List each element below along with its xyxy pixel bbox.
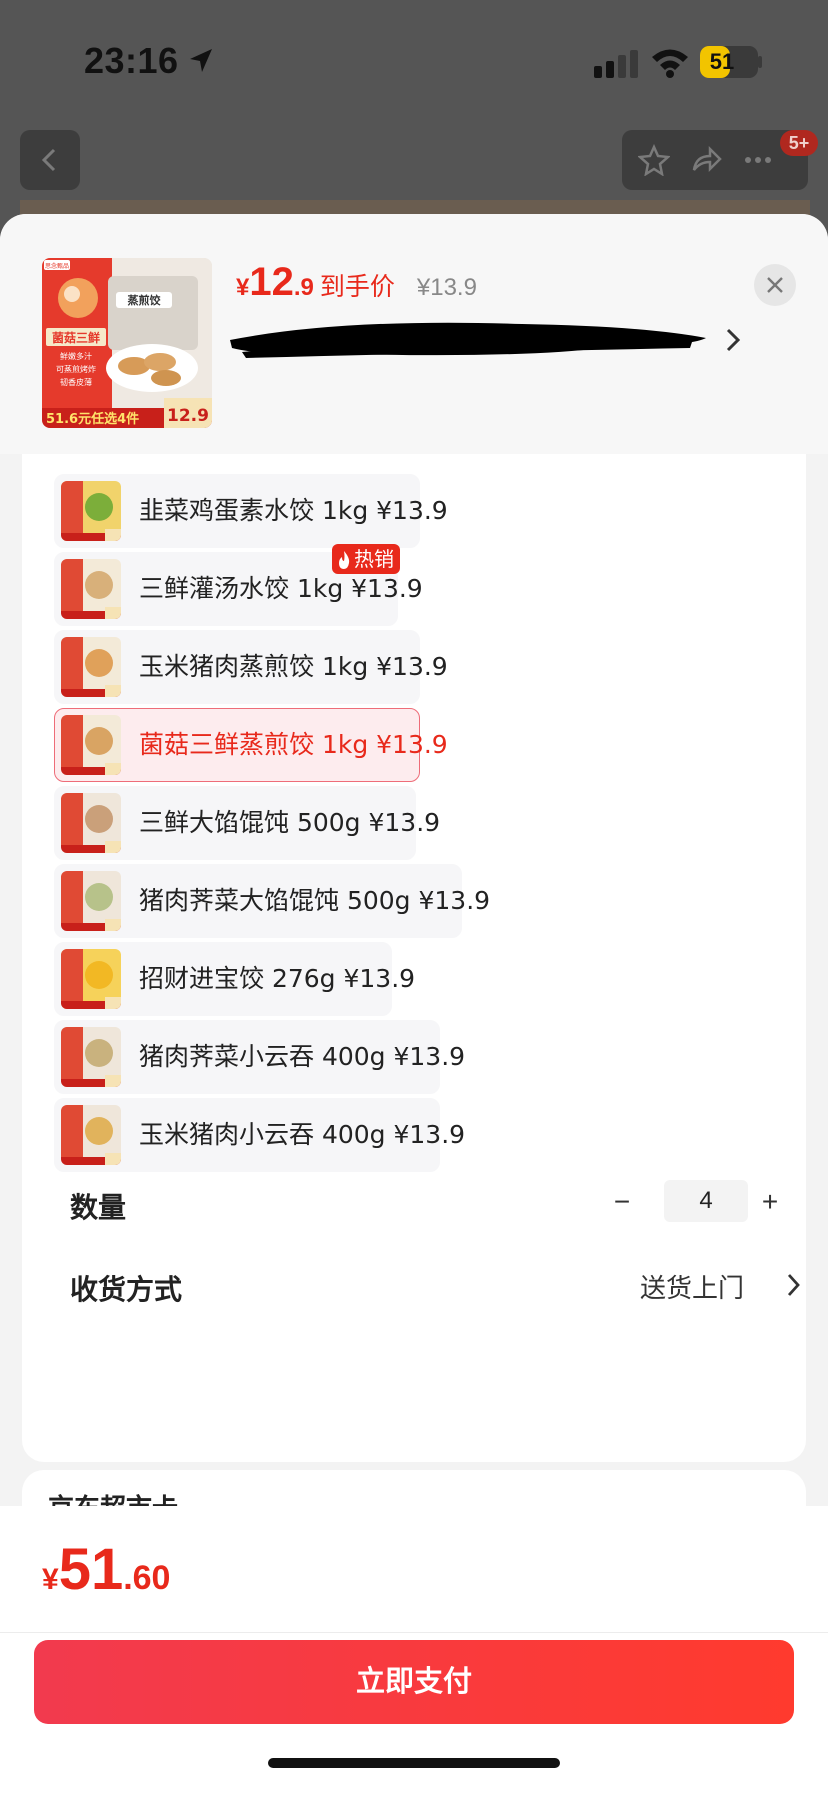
close-button[interactable] bbox=[754, 264, 796, 306]
original-price: ¥13.9 bbox=[416, 274, 477, 301]
status-bar: 23:16 51 bbox=[0, 0, 828, 110]
back-button[interactable] bbox=[20, 130, 80, 190]
price-label: 到手价 bbox=[319, 272, 395, 301]
variant-option[interactable]: 招财进宝饺 276g ¥13.9 bbox=[54, 942, 415, 1016]
variant-label: 玉米猪肉蒸煎饺 1kg ¥13.9 bbox=[139, 652, 448, 681]
redacted-product-name bbox=[230, 322, 706, 358]
thumb-flavor: 菌菇三鲜 bbox=[52, 330, 100, 345]
chevron-right-icon[interactable] bbox=[786, 1272, 802, 1298]
cart-count-badge: 5+ bbox=[780, 130, 818, 156]
chevron-right-icon[interactable] bbox=[722, 324, 746, 356]
variant-thumbnail bbox=[61, 1105, 121, 1165]
home-indicator[interactable] bbox=[268, 1758, 560, 1768]
variant-option[interactable]: 菌菇三鲜蒸煎饺 1kg ¥13.9 bbox=[54, 708, 448, 782]
variant-label: 猪肉荠菜小云吞 400g ¥13.9 bbox=[139, 1042, 466, 1071]
battery-tip bbox=[758, 56, 762, 68]
thumb-tag-2: 可蒸煎烤炸 bbox=[56, 364, 96, 374]
variant-thumbnail bbox=[61, 1027, 121, 1087]
variant-option[interactable]: 猪肉荠菜小云吞 400g ¥13.9 bbox=[54, 1020, 465, 1094]
thumb-brand: 思念甄品 bbox=[45, 262, 69, 270]
thumb-promo-price: 12.9 bbox=[167, 406, 209, 426]
thumb-promo: 51.6元任选4件 bbox=[46, 411, 139, 427]
variant-label: 三鲜大馅馄饨 500g ¥13.9 bbox=[139, 808, 441, 837]
variant-card: 韭菜鸡蛋素水饺 1kg ¥13.9 三鲜灌汤水饺 1kg ¥13.9 热销 玉米猪肉蒸… bbox=[22, 454, 806, 1462]
checkout-bar: ¥51.60 立即支付 bbox=[0, 1506, 828, 1796]
hot-sale-badge: 热销 bbox=[332, 544, 400, 574]
divider bbox=[0, 1632, 828, 1633]
thumb-pack-name: 蒸煎饺 bbox=[128, 293, 162, 307]
shipping-method-value[interactable]: 送货上门 bbox=[640, 1268, 744, 1305]
variant-thumbnail bbox=[61, 715, 121, 775]
quantity-label: 数量 bbox=[70, 1191, 127, 1224]
variant-option[interactable]: 猪肉荠菜大馅馄饨 500g ¥13.9 bbox=[54, 864, 490, 938]
battery-icon: 51 bbox=[700, 46, 758, 78]
location-arrow-icon bbox=[190, 49, 212, 72]
wifi-icon bbox=[652, 49, 688, 78]
quantity-decrease-button[interactable]: − bbox=[604, 1182, 640, 1222]
variant-label: 玉米猪肉小云吞 400g ¥13.9 bbox=[139, 1120, 466, 1149]
battery-percent: 51 bbox=[709, 49, 735, 74]
variant-thumbnail bbox=[61, 793, 121, 853]
variant-thumbnail bbox=[61, 949, 121, 1009]
star-icon[interactable] bbox=[638, 144, 670, 176]
variant-thumbnail bbox=[61, 559, 121, 619]
variant-label: 韭菜鸡蛋素水饺 1kg ¥13.9 bbox=[139, 496, 448, 525]
price-currency: ¥ bbox=[236, 274, 250, 301]
close-icon bbox=[767, 277, 783, 293]
sku-selector-sheet: 思念甄品 菌菇三鲜 鲜嫩多汁 可蒸煎烤炸 韧香皮薄 蒸煎饺 51.6元任选4件 … bbox=[0, 214, 828, 1796]
product-header: 思念甄品 菌菇三鲜 鲜嫩多汁 可蒸煎烤炸 韧香皮薄 蒸煎饺 51.6元任选4件 … bbox=[0, 214, 828, 454]
product-thumbnail[interactable]: 思念甄品 菌菇三鲜 鲜嫩多汁 可蒸煎烤炸 韧香皮薄 蒸煎饺 51.6元任选4件 … bbox=[42, 258, 212, 428]
variant-label: 菌菇三鲜蒸煎饺 1kg ¥13.9 bbox=[139, 730, 448, 759]
chevron-left-icon bbox=[41, 148, 56, 172]
pay-now-button[interactable]: 立即支付 bbox=[34, 1640, 794, 1724]
total-integer: 51 bbox=[58, 1537, 124, 1602]
variant-label: 招财进宝饺 276g ¥13.9 bbox=[139, 964, 416, 993]
variant-thumbnail bbox=[61, 481, 121, 541]
thumb-tag-3: 韧香皮薄 bbox=[60, 377, 92, 387]
cellular-signal-icon bbox=[594, 50, 638, 78]
quantity-input[interactable] bbox=[664, 1180, 748, 1222]
variant-thumbnail bbox=[61, 871, 121, 931]
quantity-increase-button[interactable]: + bbox=[752, 1182, 788, 1222]
thumb-tag-1: 鲜嫩多汁 bbox=[60, 351, 92, 361]
status-time: 23:16 bbox=[84, 40, 179, 81]
price-integer: 12 bbox=[249, 260, 294, 304]
price-row: ¥12.9 到手价 ¥13.9 bbox=[236, 260, 477, 310]
variant-option[interactable]: 韭菜鸡蛋素水饺 1kg ¥13.9 bbox=[54, 474, 448, 548]
hot-sale-label: 热销 bbox=[354, 547, 394, 571]
variant-label: 猪肉荠菜大馅馄饨 500g ¥13.9 bbox=[139, 886, 491, 915]
total-decimal: .60 bbox=[123, 1559, 171, 1597]
flame-icon bbox=[339, 551, 350, 569]
variant-thumbnail bbox=[61, 637, 121, 697]
variant-option[interactable]: 玉米猪肉蒸煎饺 1kg ¥13.9 bbox=[54, 630, 448, 704]
variant-option[interactable]: 三鲜大馅馄饨 500g ¥13.9 bbox=[54, 786, 440, 860]
price-decimal: .9 bbox=[293, 274, 314, 301]
share-icon[interactable] bbox=[690, 144, 722, 176]
total-price: ¥51.60 bbox=[42, 1536, 170, 1603]
shipping-method-label: 收货方式 bbox=[70, 1273, 183, 1306]
variant-option[interactable]: 玉米猪肉小云吞 400g ¥13.9 bbox=[54, 1098, 465, 1172]
more-icon[interactable] bbox=[742, 144, 774, 176]
total-currency: ¥ bbox=[42, 1563, 59, 1596]
